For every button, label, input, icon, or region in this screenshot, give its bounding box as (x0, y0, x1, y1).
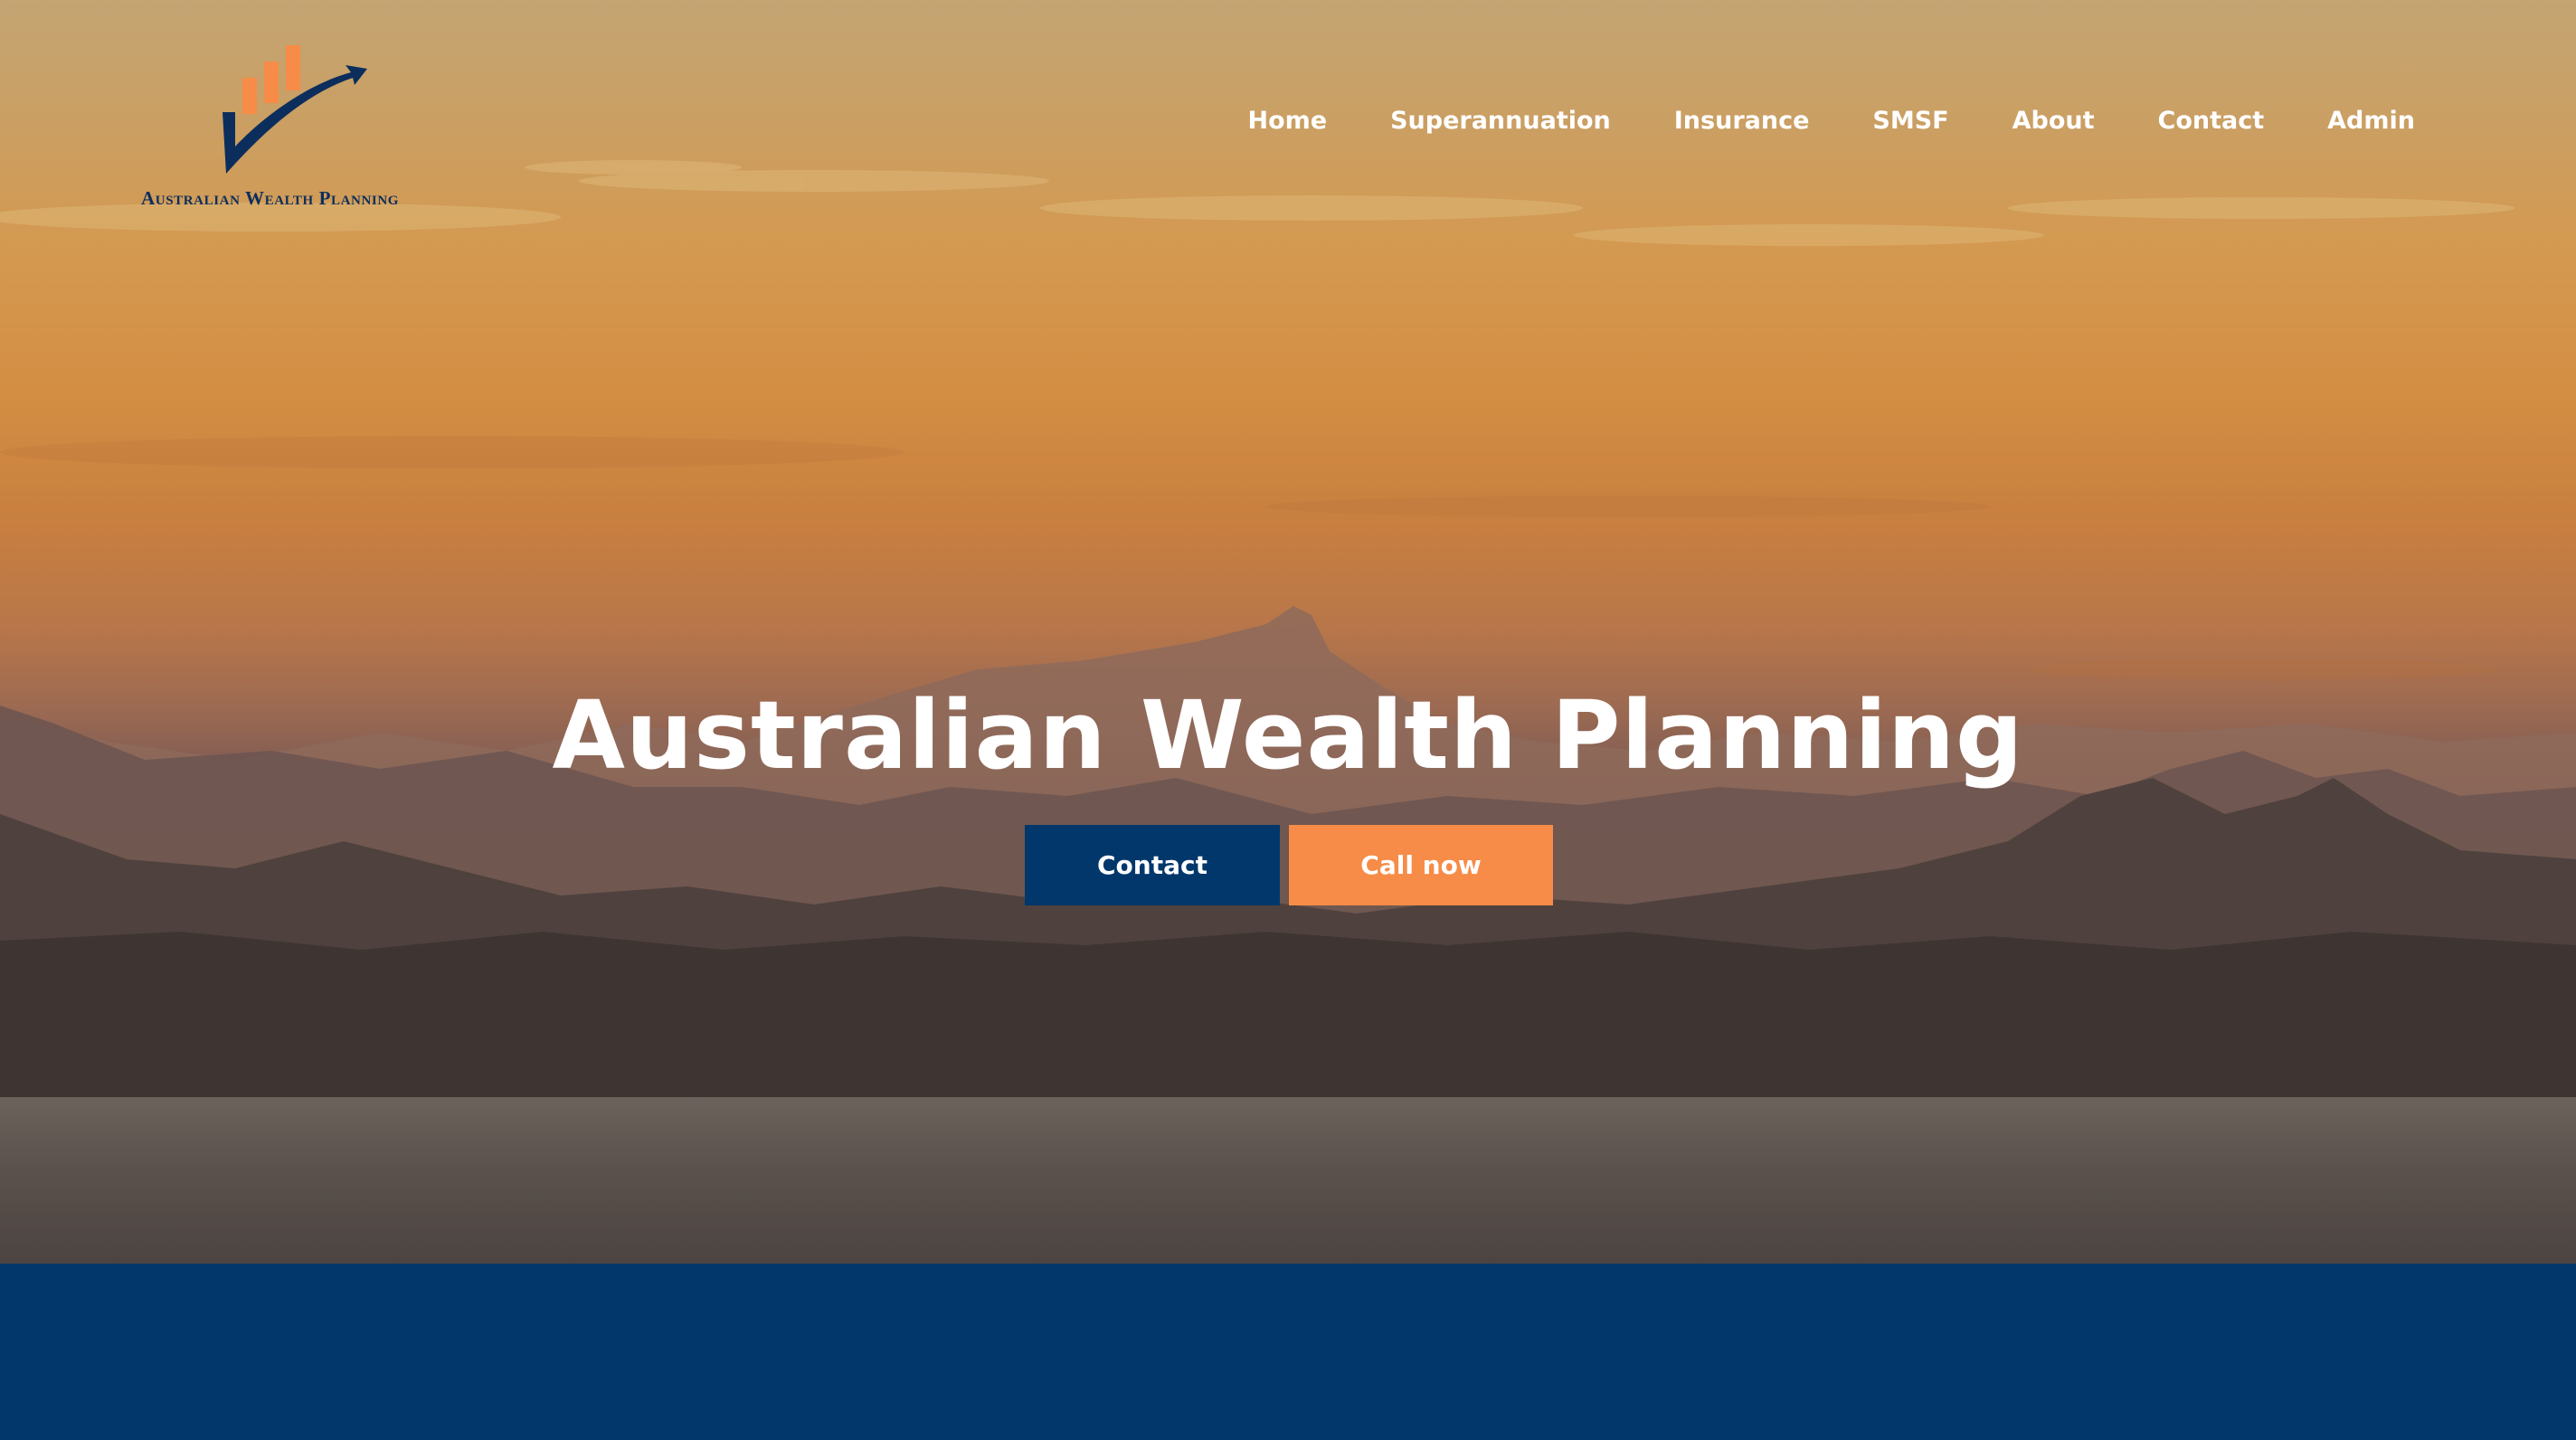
nav-item-admin[interactable]: Admin (2327, 107, 2415, 135)
site-logo[interactable]: Australian Wealth Planning (141, 40, 449, 213)
hero-cta-group: Contact Call now (1025, 825, 1553, 905)
page: Australian Wealth Planning Home Superann… (0, 0, 2576, 1440)
nav-item-contact[interactable]: Contact (2158, 107, 2265, 135)
nav-item-about[interactable]: About (2012, 107, 2095, 135)
checkmark-bar-chart-logo-icon (223, 45, 367, 174)
call-now-button[interactable]: Call now (1289, 825, 1553, 905)
nav-item-superannuation[interactable]: Superannuation (1390, 107, 1611, 135)
nav-item-home[interactable]: Home (1248, 107, 1328, 135)
footer-band (0, 1264, 2576, 1440)
water-band (0, 1097, 2576, 1264)
hero-title: Australian Wealth Planning (552, 680, 2024, 791)
nav-item-smsf[interactable]: SMSF (1872, 107, 1948, 135)
nav-item-insurance[interactable]: Insurance (1674, 107, 1810, 135)
main-nav: Home Superannuation Insurance SMSF About… (1248, 107, 2416, 135)
logo-wordmark: Australian Wealth Planning (141, 187, 400, 209)
contact-button[interactable]: Contact (1025, 825, 1280, 905)
